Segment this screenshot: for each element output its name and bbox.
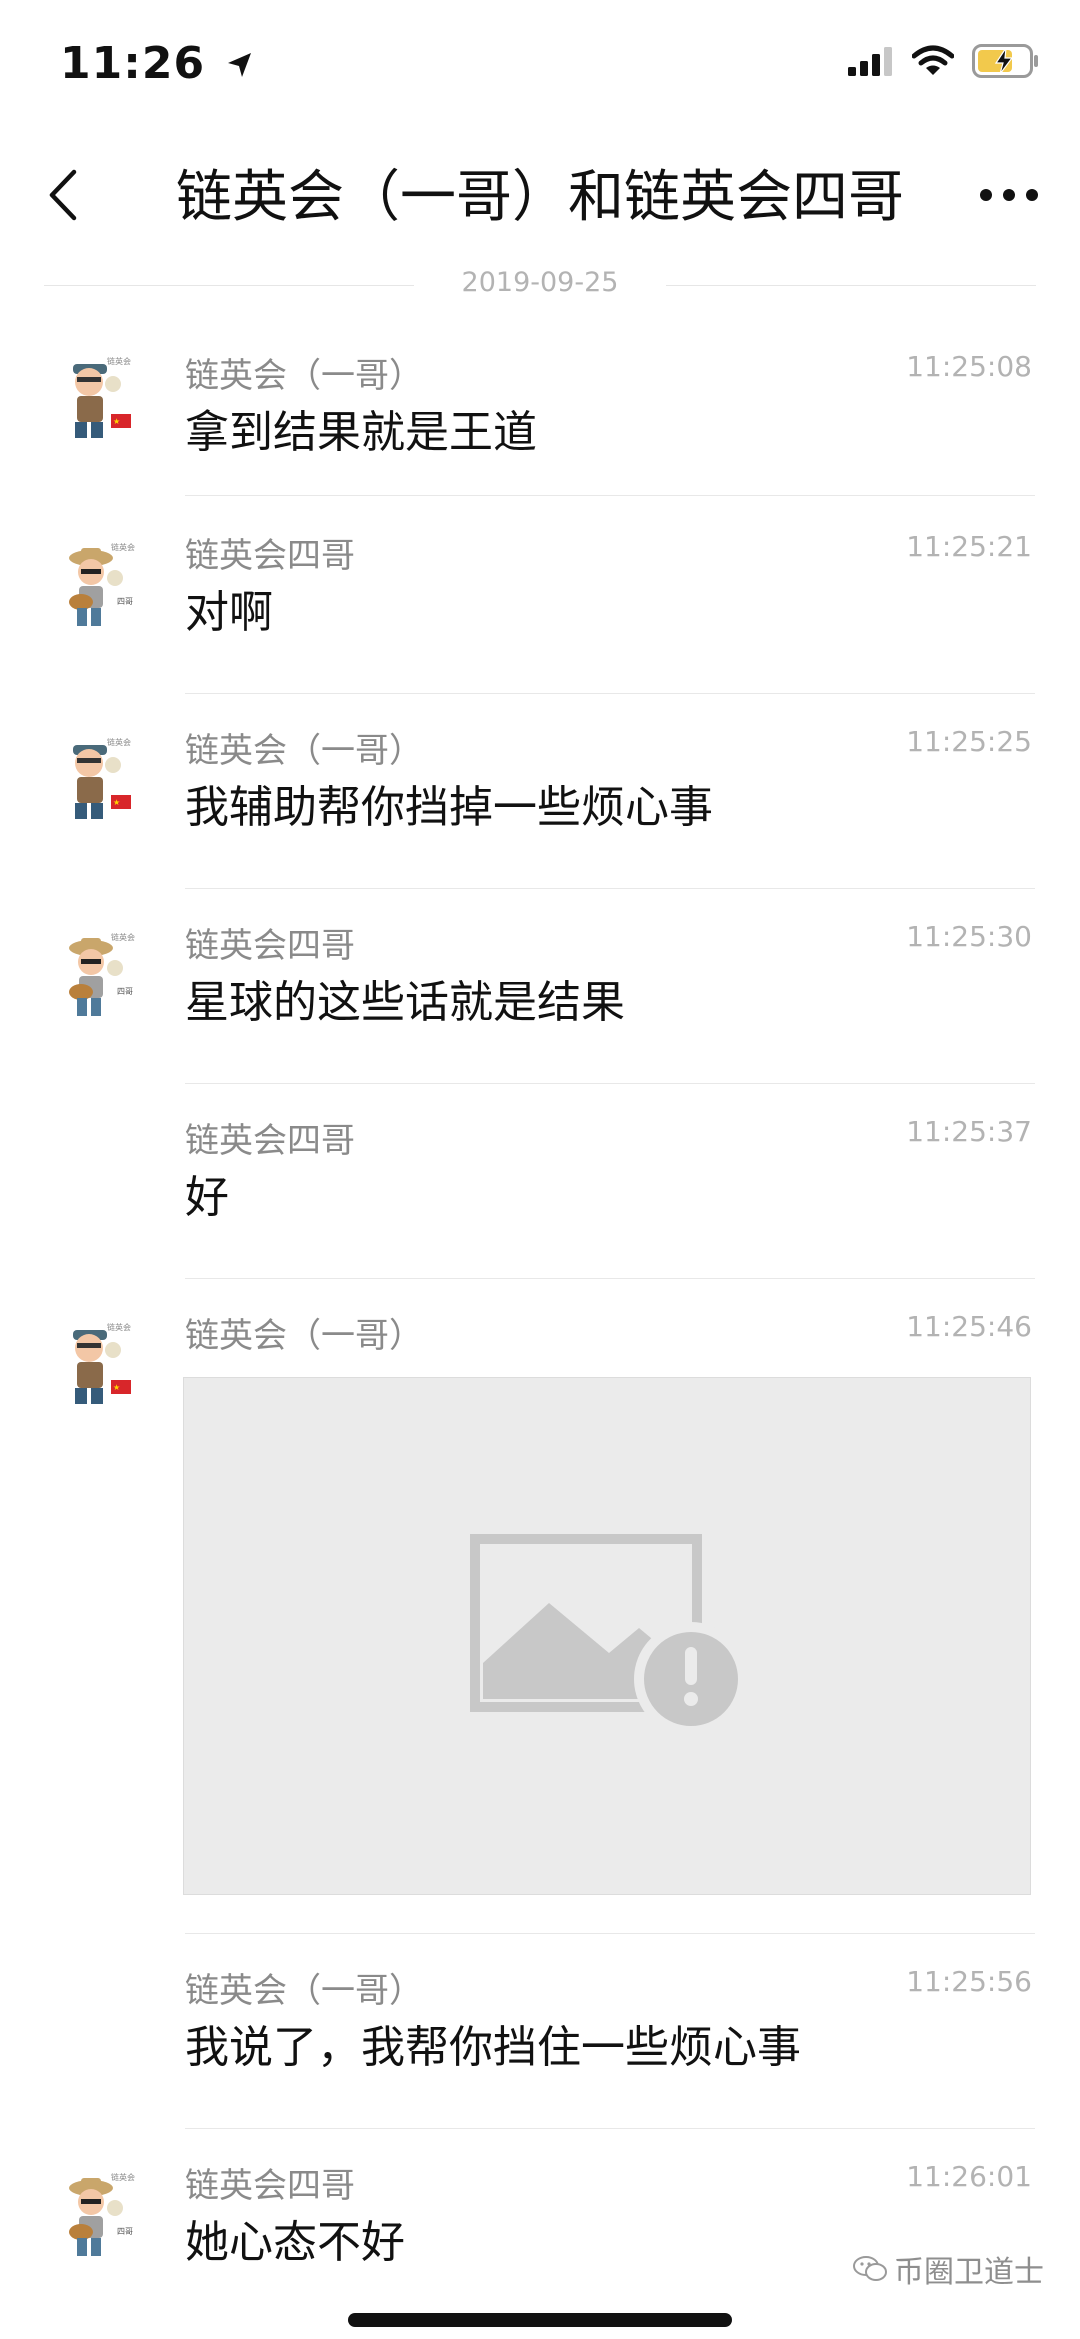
- watermark: 币圈卫道士: [852, 2247, 1044, 2291]
- message-text: 对啊: [185, 587, 273, 638]
- message-sender: 链英会四哥: [185, 926, 355, 966]
- yige-avatar[interactable]: 链英会 ★: [55, 352, 150, 447]
- svg-text:链英会: 链英会: [107, 356, 131, 366]
- svg-text:四哥: 四哥: [117, 2227, 133, 2236]
- status-time: 11:26: [60, 38, 255, 89]
- yige-avatar[interactable]: 链英会 ★: [55, 1318, 150, 1413]
- status-bar: 11:26: [0, 0, 1080, 130]
- svg-text:★: ★: [113, 1383, 120, 1392]
- home-indicator[interactable]: [348, 2313, 732, 2327]
- watermark-text: 币圈卫道士: [894, 2255, 1044, 2290]
- back-button[interactable]: [38, 160, 88, 230]
- message-separator: [185, 1933, 1035, 1934]
- message-item[interactable]: 链英会 ★ 链英会（一哥） 11:25:46: [0, 1280, 1080, 1935]
- message-item[interactable]: 链英会（一哥） 11:25:56 我说了，我帮你挡住一些烦心事: [0, 1935, 1080, 2130]
- svg-text:链英会: 链英会: [111, 932, 135, 942]
- message-timestamp: 11:25:21: [906, 530, 1032, 563]
- message-sender: 链英会（一哥）: [185, 731, 423, 771]
- message-timestamp: 11:25:25: [906, 725, 1032, 758]
- message-timestamp: 11:26:01: [906, 2160, 1032, 2193]
- svg-text:链英会: 链英会: [107, 737, 131, 747]
- location-arrow-icon: [228, 53, 252, 77]
- cellular-signal-icon: [848, 47, 892, 76]
- sige-avatar[interactable]: 链英会 四哥: [55, 2168, 150, 2263]
- message-timestamp: 11:25:30: [906, 920, 1032, 953]
- image-load-failed-icon: [470, 1534, 748, 1733]
- message-separator: [185, 888, 1035, 889]
- message-sender: 链英会（一哥）: [185, 356, 423, 396]
- message-item[interactable]: 链英会 ★ 链英会（一哥） 11:25:08 拿到结果就是王道: [0, 320, 1080, 500]
- message-text: 星球的这些话就是结果: [185, 977, 625, 1028]
- message-sender: 链英会四哥: [185, 2166, 355, 2206]
- message-separator: [185, 1083, 1035, 1084]
- date-label: 2019-09-25: [461, 267, 619, 298]
- date-divider: 2019-09-25: [44, 265, 1036, 305]
- yige-avatar[interactable]: 链英会 ★: [55, 733, 150, 828]
- message-item[interactable]: 链英会四哥 11:25:37 好: [0, 1085, 1080, 1280]
- message-timestamp: 11:25:56: [906, 1965, 1032, 1998]
- chevron-left-icon: [49, 169, 77, 221]
- message-text: 她心态不好: [185, 2217, 405, 2268]
- message-text: 好: [185, 1172, 229, 1223]
- message-sender: 链英会四哥: [185, 1121, 355, 1161]
- status-time-text: 11:26: [60, 38, 206, 89]
- message-timestamp: 11:25:08: [906, 350, 1032, 383]
- more-dots-icon: [980, 189, 1038, 201]
- message-separator: [185, 693, 1035, 694]
- battery-charging-icon: [972, 44, 1038, 78]
- message-item[interactable]: 链英会 四哥 链英会四哥 11:25:21 对啊: [0, 500, 1080, 695]
- message-timestamp: 11:25:37: [906, 1115, 1032, 1148]
- message-separator: [185, 495, 1035, 496]
- message-sender: 链英会四哥: [185, 536, 355, 576]
- message-separator: [185, 2128, 1035, 2129]
- svg-text:链英会: 链英会: [111, 2172, 135, 2182]
- message-text: 我辅助帮你挡掉一些烦心事: [185, 782, 713, 833]
- sige-avatar[interactable]: 链英会 四哥: [55, 538, 150, 633]
- image-message[interactable]: [183, 1377, 1031, 1895]
- message-sender: 链英会（一哥）: [185, 1971, 423, 2011]
- wifi-icon: [912, 45, 954, 75]
- svg-text:四哥: 四哥: [117, 987, 133, 996]
- message-item[interactable]: 链英会 四哥 链英会四哥 11:26:01 她心态不好: [0, 2130, 1080, 2339]
- message-sender: 链英会（一哥）: [185, 1316, 423, 1356]
- sige-avatar[interactable]: 链英会 四哥: [55, 928, 150, 1023]
- svg-text:★: ★: [113, 798, 120, 807]
- message-item[interactable]: 链英会 ★ 链英会（一哥） 11:25:25 我辅助帮你挡掉一些烦心事: [0, 695, 1080, 890]
- wechat-official-account-icon: [853, 2256, 887, 2281]
- message-item[interactable]: 链英会 四哥 链英会四哥 11:25:30 星球的这些话就是结果: [0, 890, 1080, 1085]
- status-indicators: [848, 44, 1040, 78]
- more-button[interactable]: [974, 170, 1044, 220]
- message-separator: [185, 1278, 1035, 1279]
- svg-text:★: ★: [113, 417, 120, 426]
- navigation-bar: 链英会（一哥）和链英会四哥: [0, 130, 1080, 260]
- message-text: 我说了，我帮你挡住一些烦心事: [185, 2022, 801, 2073]
- svg-text:四哥: 四哥: [117, 597, 133, 606]
- svg-text:链英会: 链英会: [107, 1322, 131, 1332]
- chat-title: 链英会（一哥）和链英会四哥: [176, 165, 904, 230]
- message-text: 拿到结果就是王道: [185, 407, 537, 458]
- message-timestamp: 11:25:46: [906, 1310, 1032, 1343]
- svg-text:链英会: 链英会: [111, 542, 135, 552]
